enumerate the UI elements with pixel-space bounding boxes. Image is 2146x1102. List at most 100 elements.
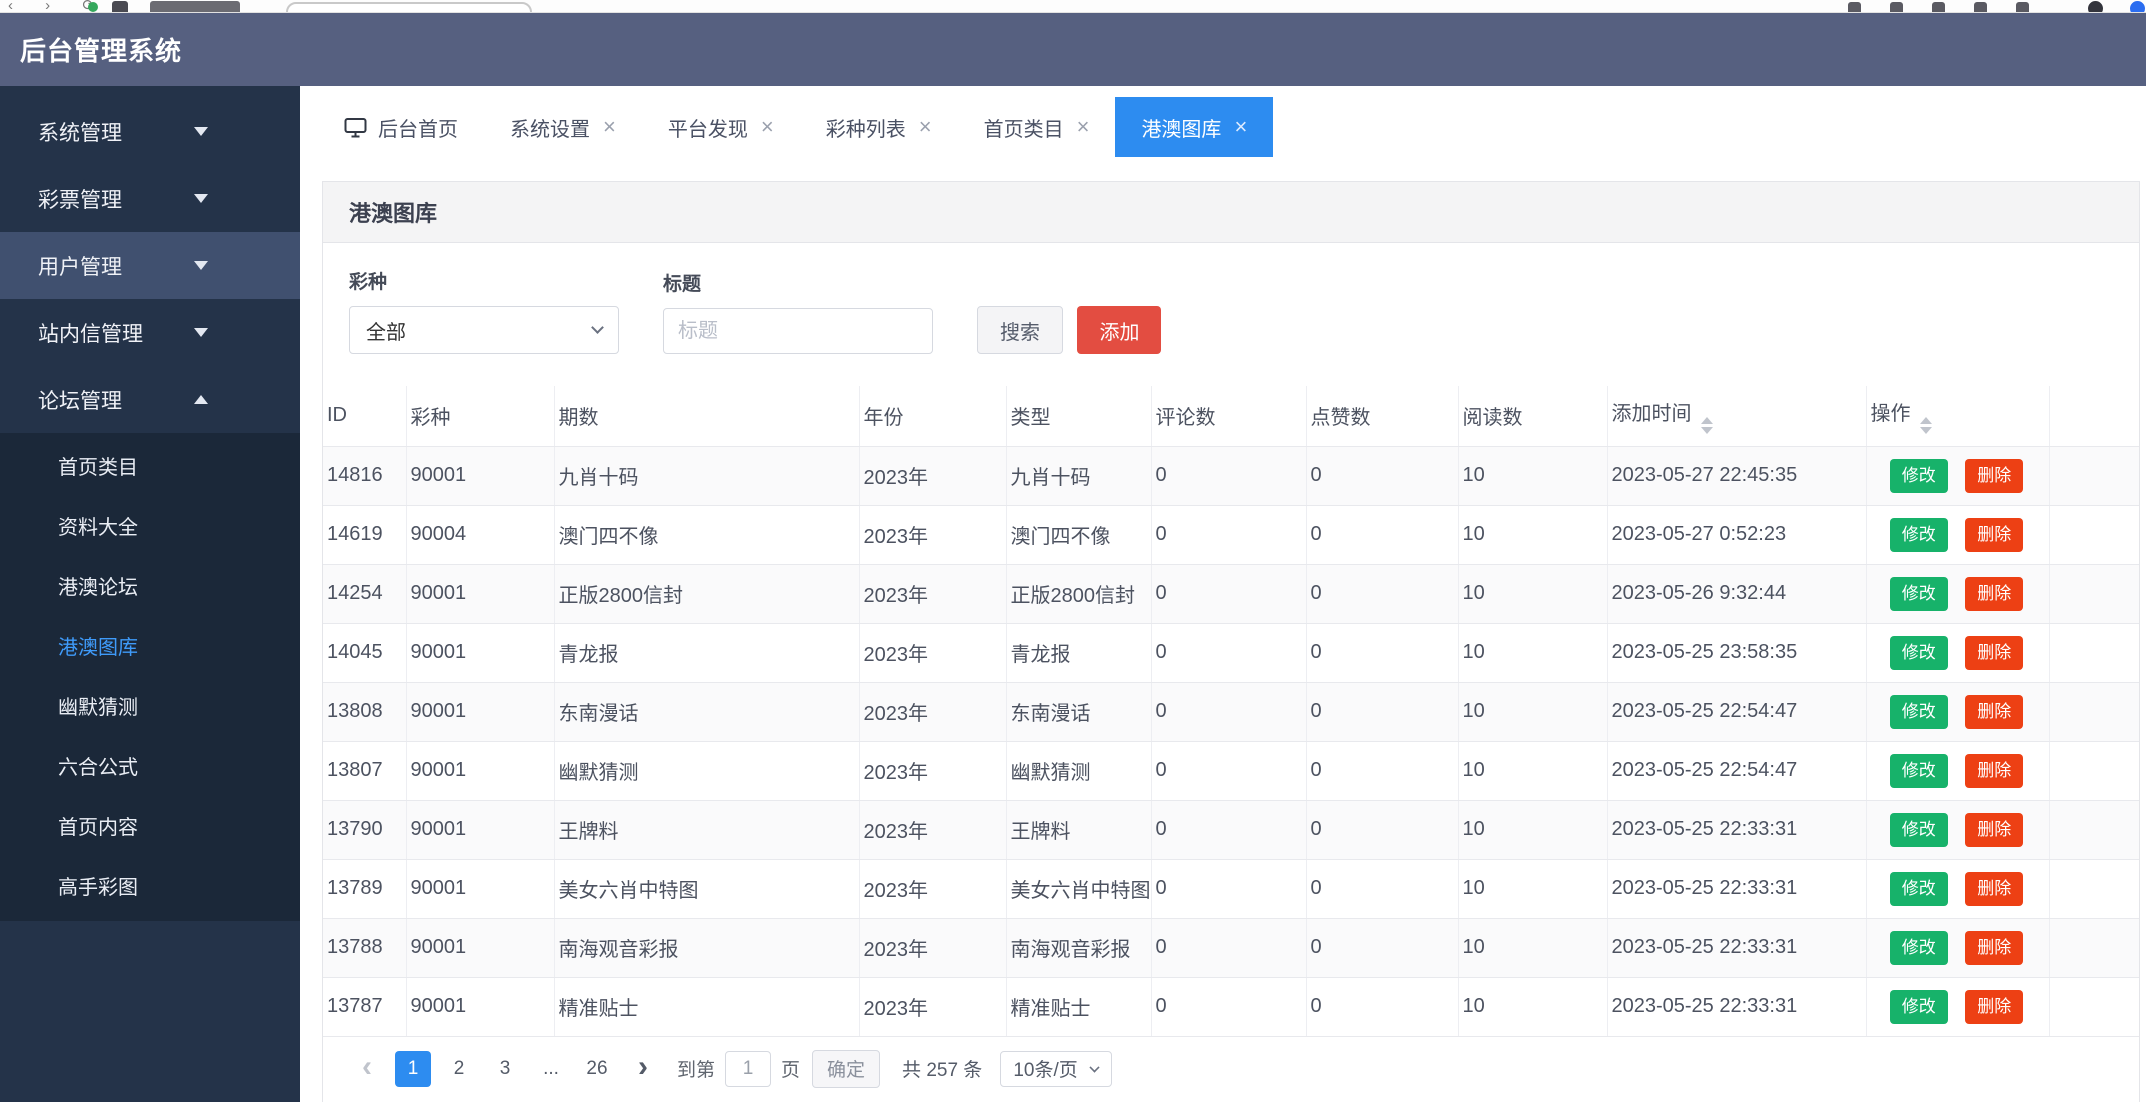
cell-type: 东南漫话 bbox=[1006, 682, 1152, 742]
cell-lottery: 90001 bbox=[406, 918, 555, 978]
cell-year: 2023年 bbox=[859, 859, 1007, 919]
edit-button[interactable]: 修改 bbox=[1889, 812, 1948, 847]
sidebar-submenu-item[interactable]: 首页类目 bbox=[0, 435, 300, 495]
browser-toolbar-icon[interactable] bbox=[2016, 2, 2029, 12]
table-body: 14816 90001 九肖十码 2023年 九肖十码 0 0 10 2023-… bbox=[323, 446, 2139, 1037]
page-number-button[interactable]: 3 bbox=[487, 1051, 523, 1087]
delete-button[interactable]: 删除 bbox=[1965, 635, 2024, 670]
tab[interactable]: 港澳图库 × bbox=[1115, 97, 1274, 157]
browser-toolbar-icon[interactable] bbox=[1890, 2, 1903, 12]
cell-likes: 0 bbox=[1306, 623, 1459, 683]
page-size-select[interactable]: 10条/页 bbox=[1000, 1050, 1112, 1087]
address-bar[interactable] bbox=[286, 2, 532, 12]
close-icon[interactable]: × bbox=[1077, 116, 1090, 138]
sidebar-submenu-item[interactable]: 高手彩图 bbox=[0, 855, 300, 915]
sort-icon[interactable] bbox=[1700, 417, 1713, 435]
tab[interactable]: 系统设置 × bbox=[484, 97, 642, 157]
page-number-button[interactable]: 2 bbox=[441, 1051, 477, 1087]
table-row: 13787 90001 精准贴士 2023年 精准贴士 0 0 10 2023-… bbox=[323, 977, 2139, 1037]
tab[interactable]: 后台首页 bbox=[318, 97, 484, 157]
column-header-time[interactable]: 添加时间 bbox=[1607, 386, 1867, 447]
delete-button[interactable]: 删除 bbox=[1965, 576, 2024, 611]
goto-suffix-label: 页 bbox=[781, 1060, 801, 1081]
browser-avatar[interactable] bbox=[2088, 1, 2103, 12]
browser-toolbar-icon[interactable] bbox=[1848, 2, 1861, 12]
cell-id: 13787 bbox=[323, 977, 407, 1037]
sidebar-submenu-item[interactable]: 六合公式 bbox=[0, 735, 300, 795]
add-button[interactable]: 添加 bbox=[1077, 306, 1162, 354]
delete-button[interactable]: 删除 bbox=[1965, 871, 2024, 906]
sidebar-submenu-item[interactable]: 港澳论坛 bbox=[0, 555, 300, 615]
sort-icon[interactable] bbox=[1919, 417, 1932, 435]
cell-actions: 修改 删除 bbox=[1866, 741, 2050, 801]
sidebar-menu-item[interactable]: 论坛管理 bbox=[0, 366, 300, 433]
sidebar-menu-item[interactable]: 用户管理 bbox=[0, 232, 300, 299]
delete-button[interactable]: 删除 bbox=[1965, 753, 2024, 788]
delete-button[interactable]: 删除 bbox=[1965, 930, 2024, 965]
bookmark-label[interactable] bbox=[150, 1, 240, 12]
edit-button[interactable]: 修改 bbox=[1889, 635, 1948, 670]
tab[interactable]: 彩种列表 × bbox=[800, 97, 958, 157]
cell-reads: 10 bbox=[1458, 505, 1608, 565]
page-number-button[interactable]: 1 bbox=[395, 1050, 431, 1087]
sidebar-submenu-item[interactable]: 首页内容 bbox=[0, 795, 300, 855]
title-field: 标题 bbox=[663, 269, 933, 354]
cell-reads: 10 bbox=[1458, 741, 1608, 801]
edit-button[interactable]: 修改 bbox=[1889, 517, 1948, 552]
browser-avatar[interactable] bbox=[2130, 1, 2145, 12]
lottery-select[interactable]: 全部 bbox=[349, 306, 619, 354]
edit-button[interactable]: 修改 bbox=[1889, 576, 1948, 611]
edit-button[interactable]: 修改 bbox=[1889, 458, 1948, 493]
delete-button[interactable]: 删除 bbox=[1965, 517, 2024, 552]
sidebar-menu-item[interactable]: 站内信管理 bbox=[0, 299, 300, 366]
browser-toolbar-icon[interactable] bbox=[1974, 2, 1987, 12]
prev-page-button[interactable]: ‹ bbox=[349, 1050, 385, 1087]
sidebar-submenu: 首页类目 资料大全 港澳论坛 港澳图库 幽默猜测 六合公式 首页内容 高手彩图 bbox=[0, 433, 300, 921]
close-icon[interactable]: × bbox=[761, 116, 774, 138]
goto-confirm-button[interactable]: 确定 bbox=[812, 1049, 881, 1088]
browser-chrome: ‹ › ⟳ bbox=[0, 0, 2146, 13]
cell-lottery: 90001 bbox=[406, 859, 555, 919]
sidebar-submenu-item[interactable]: 幽默猜测 bbox=[0, 675, 300, 735]
bookmark-icon[interactable] bbox=[112, 1, 128, 12]
tab[interactable]: 首页类目 × bbox=[958, 97, 1116, 157]
cell-reads: 10 bbox=[1458, 623, 1608, 683]
column-header-actions[interactable]: 操作 bbox=[1866, 386, 2050, 447]
next-page-button[interactable]: › bbox=[625, 1050, 661, 1087]
tab[interactable]: 平台发现 × bbox=[642, 97, 800, 157]
sidebar-submenu-item[interactable]: 资料大全 bbox=[0, 495, 300, 555]
delete-button[interactable]: 删除 bbox=[1965, 694, 2024, 729]
delete-button[interactable]: 删除 bbox=[1965, 458, 2024, 493]
delete-button[interactable]: 删除 bbox=[1965, 812, 2024, 847]
table-header-row: ID 彩种 期数 年份 类型 评论数 点赞数 阅读数 添加时间 操作 bbox=[323, 386, 2139, 447]
close-icon[interactable]: × bbox=[919, 116, 932, 138]
close-icon[interactable]: × bbox=[603, 116, 616, 138]
edit-button[interactable]: 修改 bbox=[1889, 989, 1948, 1024]
goto-page-input[interactable] bbox=[725, 1050, 772, 1087]
cell-comments: 0 bbox=[1151, 446, 1307, 506]
edit-button[interactable]: 修改 bbox=[1889, 694, 1948, 729]
page-number-button[interactable]: ... bbox=[533, 1051, 569, 1087]
column-header-year: 年份 bbox=[859, 386, 1007, 447]
sidebar-menu-item[interactable]: 系统管理 bbox=[0, 98, 300, 165]
cell-time: 2023-05-25 22:33:31 bbox=[1607, 977, 1867, 1037]
cell-comments: 0 bbox=[1151, 564, 1307, 624]
column-header-reads: 阅读数 bbox=[1458, 386, 1608, 447]
cell-actions: 修改 删除 bbox=[1866, 505, 2050, 565]
edit-button[interactable]: 修改 bbox=[1889, 871, 1948, 906]
delete-button[interactable]: 删除 bbox=[1965, 989, 2024, 1024]
cell-lottery: 90001 bbox=[406, 741, 555, 801]
cell-likes: 0 bbox=[1306, 446, 1459, 506]
sidebar-menu-item[interactable]: 彩票管理 bbox=[0, 165, 300, 232]
sidebar-submenu-item[interactable]: 港澳图库 bbox=[0, 615, 300, 675]
title-input[interactable] bbox=[663, 308, 933, 354]
browser-toolbar-icon[interactable] bbox=[1932, 2, 1945, 12]
edit-button[interactable]: 修改 bbox=[1889, 930, 1948, 965]
search-button[interactable]: 搜索 bbox=[977, 306, 1063, 354]
page-number-button[interactable]: 26 bbox=[579, 1051, 615, 1087]
close-icon[interactable]: × bbox=[1234, 116, 1247, 138]
edit-button[interactable]: 修改 bbox=[1889, 753, 1948, 788]
tab-label: 系统设置 bbox=[510, 118, 590, 141]
app-title: 后台管理系统 bbox=[20, 36, 183, 66]
chevron-down-icon bbox=[194, 127, 208, 136]
